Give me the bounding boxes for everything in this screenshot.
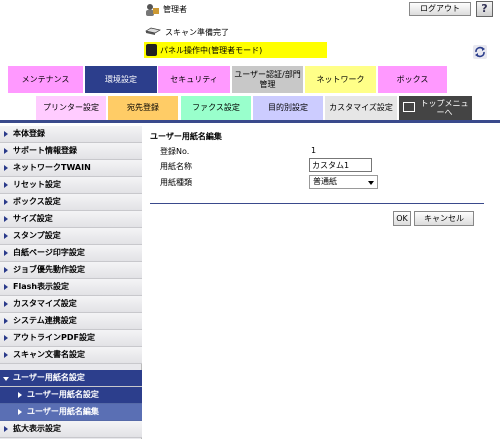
arrow-right-icon <box>4 199 8 205</box>
tab-security[interactable]: セキュリティ <box>158 66 230 93</box>
admin-user-icon <box>146 4 159 16</box>
arrow-right-icon <box>4 131 8 137</box>
reg-no-label: 登録No. <box>160 147 190 156</box>
arrow-right-icon <box>18 392 22 398</box>
paper-type-label: 用紙種類 <box>160 178 192 187</box>
page-title: ユーザー用紙名編集 <box>150 132 222 141</box>
sidebar: 本体登録 サポート情報登録 ネットワークTWAIN リセット設定 ボックス設定 … <box>0 126 142 439</box>
arrow-right-icon <box>4 335 8 341</box>
tab-purpose-settings[interactable]: 目的別設定 <box>253 96 323 120</box>
sidebar-item-size-settings[interactable]: サイズ設定 <box>0 211 142 228</box>
logout-button[interactable]: ログアウト <box>409 2 471 16</box>
arrow-right-icon <box>4 284 8 290</box>
arrow-down-icon <box>3 377 9 381</box>
ok-button[interactable]: OK <box>393 211 411 226</box>
sidebar-item-system-integration[interactable]: システム連携設定 <box>0 313 142 330</box>
arrow-right-icon <box>4 267 8 273</box>
arrow-right-icon <box>4 182 8 188</box>
sidebar-item-outline-pdf[interactable]: アウトラインPDF設定 <box>0 330 142 347</box>
reg-no-value: 1 <box>311 146 317 155</box>
arrow-right-icon <box>4 165 8 171</box>
tab-network[interactable]: ネットワーク <box>305 66 376 93</box>
arrow-right-icon <box>4 318 8 324</box>
admin-label: 管理者 <box>163 5 187 14</box>
status-text: スキャン準備完了 <box>165 28 229 37</box>
sidebar-item-reset-settings[interactable]: リセット設定 <box>0 177 142 194</box>
sidebar-subitem-user-paper-name-edit[interactable]: ユーザー用紙名編集 <box>0 404 142 421</box>
sidebar-item-user-paper-name[interactable]: ユーザー用紙名設定 <box>0 370 142 387</box>
arrow-right-icon <box>18 409 22 415</box>
tab-top-menu[interactable]: トップメニューへ <box>399 96 472 120</box>
refresh-icon[interactable] <box>473 45 487 59</box>
sidebar-item-stamp-settings[interactable]: スタンプ設定 <box>0 228 142 245</box>
sidebar-item-device-registration[interactable]: 本体登録 <box>0 126 142 143</box>
paper-type-value: 普通紙 <box>313 177 337 186</box>
tab-underline <box>0 120 500 123</box>
tab-maintenance[interactable]: メンテナンス <box>8 66 83 93</box>
arrow-right-icon <box>4 352 8 358</box>
scanner-icon <box>145 27 161 35</box>
sidebar-item-support-info[interactable]: サポート情報登録 <box>0 143 142 160</box>
paper-type-select[interactable]: 普通紙 <box>309 175 378 189</box>
tab-fax-settings[interactable]: ファクス設定 <box>181 96 251 120</box>
top-menu-label: トップメニューへ <box>420 99 469 117</box>
sidebar-item-network-twain[interactable]: ネットワークTWAIN <box>0 160 142 177</box>
arrow-right-icon <box>4 216 8 222</box>
panel-mode-text: パネル操作中(管理者モード) <box>160 46 263 55</box>
tab-customize-settings[interactable]: カスタマイズ設定 <box>325 96 397 120</box>
arrow-right-icon <box>4 301 8 307</box>
tab-box[interactable]: ボックス <box>378 66 447 93</box>
tab-printer-settings[interactable]: プリンター設定 <box>36 96 106 120</box>
tab-user-auth[interactable]: ユーザー認証/部門管理 <box>232 66 303 93</box>
paper-name-input[interactable] <box>309 158 372 172</box>
cancel-button[interactable]: キャンセル <box>414 211 474 226</box>
paper-name-label: 用紙名称 <box>160 162 192 171</box>
panel-device-icon <box>146 44 157 56</box>
help-button[interactable]: ? <box>476 1 493 17</box>
sidebar-subitem-user-paper-name-settings[interactable]: ユーザー用紙名設定 <box>0 387 142 404</box>
arrow-right-icon <box>4 148 8 154</box>
tab-destination-registration[interactable]: 宛先登録 <box>108 96 178 120</box>
chevron-down-icon <box>368 181 374 185</box>
arrow-right-icon <box>4 426 8 432</box>
sidebar-item-box-settings[interactable]: ボックス設定 <box>0 194 142 211</box>
sidebar-item-zoom-display[interactable]: 拡大表示設定 <box>0 421 142 438</box>
sidebar-item-blank-page-print[interactable]: 白紙ページ印字設定 <box>0 245 142 262</box>
arrow-right-icon <box>4 250 8 256</box>
tab-environment-settings[interactable]: 環境設定 <box>85 66 157 93</box>
sidebar-item-scan-doc-name[interactable]: スキャン文書名設定 <box>0 347 142 364</box>
divider <box>150 203 484 204</box>
top-menu-icon <box>403 102 415 112</box>
arrow-right-icon <box>4 233 8 239</box>
sidebar-item-flash-display[interactable]: Flash表示設定 <box>0 279 142 296</box>
sidebar-item-customize[interactable]: カスタマイズ設定 <box>0 296 142 313</box>
sidebar-item-job-priority[interactable]: ジョブ優先動作設定 <box>0 262 142 279</box>
